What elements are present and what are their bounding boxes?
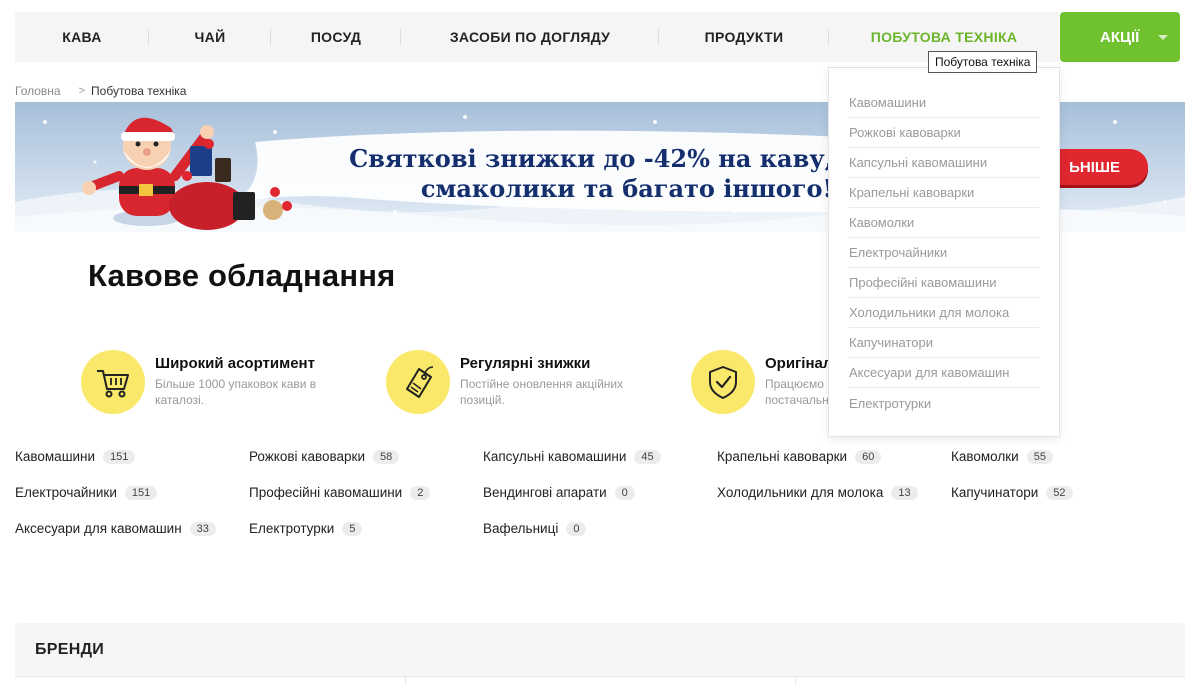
category-count-badge: 0: [614, 485, 635, 500]
nav-item-tea[interactable]: ЧАЙ: [149, 12, 271, 62]
category-name: Кавомолки: [951, 449, 1019, 464]
dropdown-item-turkish-pots[interactable]: Електротурки: [849, 388, 1039, 418]
category-name: Крапельні кавоварки: [717, 449, 848, 464]
banner-headline: Святкові знижки до -42% на каву, смаколи…: [333, 144, 833, 204]
category-name: Капучинатори: [951, 485, 1039, 500]
category-link[interactable]: Професійні кавомашини 2: [249, 485, 431, 500]
nav-item-label: ЗАСОБИ ПО ДОГЛЯДУ: [449, 29, 611, 45]
category-link[interactable]: Вендингові апарати 0: [483, 485, 635, 500]
brands-divider: [795, 677, 796, 685]
dropdown-item-professional-machines[interactable]: Професійні кавомашини: [849, 268, 1039, 298]
category-name: Капсульні кавомашини: [483, 449, 627, 464]
category-count-badge: 2: [410, 485, 431, 500]
breadcrumb-home-link[interactable]: Головна: [15, 84, 61, 98]
nav-item-label: ПОСУД: [310, 29, 362, 45]
nav-item-label: ЧАЙ: [194, 29, 226, 45]
category-name: Електротурки: [249, 521, 335, 536]
nav-item-label: ПОБУТОВА ТЕХНІКА: [870, 29, 1018, 45]
category-name: Вафельниці: [483, 521, 559, 536]
category-name: Вендингові апарати: [483, 485, 607, 500]
feature-title: Регулярні знижки: [460, 355, 591, 372]
banner-line-2: смаколики та багато іншого!: [420, 174, 833, 203]
brands-section: БРЕНДИ: [15, 623, 1185, 685]
category-count-badge: 33: [189, 521, 216, 536]
feature-icon-circle: [691, 350, 755, 414]
shield-check-icon: [709, 366, 737, 399]
chevron-right-icon: >: [78, 85, 86, 97]
category-link[interactable]: Кавомашини 151: [15, 449, 136, 464]
dropdown-item-coffee-machines[interactable]: Кавомашини: [849, 88, 1039, 118]
category-link[interactable]: Вафельниці 0: [483, 521, 587, 536]
page-title: Кавове обладнання: [88, 258, 396, 293]
nav-item-care-products[interactable]: ЗАСОБИ ПО ДОГЛЯДУ: [401, 12, 659, 62]
feature-icon-circle: [386, 350, 450, 414]
breadcrumb-current: Побутова техніка: [91, 84, 187, 98]
feature-title: Оригінал: [765, 355, 833, 372]
feature-discounts: Регулярні знижки Постійне оновлення акці…: [386, 350, 650, 414]
appliances-dropdown-menu: Кавомашини Рожкові кавоварки Капсульні к…: [828, 67, 1060, 437]
nav-item-products[interactable]: ПРОДУКТИ: [659, 12, 829, 62]
nav-tooltip: Побутова техніка: [928, 51, 1038, 73]
dropdown-item-drip-makers[interactable]: Крапельні кавоварки: [849, 178, 1039, 208]
dropdown-item-kettles[interactable]: Електрочайники: [849, 238, 1039, 268]
caret-down-icon: [1158, 35, 1168, 40]
category-link[interactable]: Капсульні кавомашини 45: [483, 449, 661, 464]
category-name: Аксесуари для кавомашин: [15, 521, 182, 536]
price-tag-icon: [406, 366, 434, 398]
breadcrumb: Головна > Побутова техніка: [15, 84, 186, 98]
category-count-badge: 45: [634, 449, 661, 464]
category-link[interactable]: Електротурки 5: [249, 521, 363, 536]
category-link[interactable]: Рожкові кавоварки 58: [249, 449, 400, 464]
banner-button-label: ЬНІШЕ: [1069, 158, 1120, 176]
category-count-badge: 52: [1046, 485, 1073, 500]
category-count-badge: 13: [891, 485, 918, 500]
dropdown-item-milk-frothers[interactable]: Капучинатори: [849, 328, 1039, 358]
category-count-badge: 0: [566, 521, 587, 536]
category-link[interactable]: Капучинатори 52: [951, 485, 1073, 500]
category-count-badge: 58: [373, 449, 400, 464]
category-link[interactable]: Холодильники для молока 13: [717, 485, 918, 500]
category-link[interactable]: Крапельні кавоварки 60: [717, 449, 882, 464]
category-name: Кавомашини: [15, 449, 96, 464]
nav-item-label: КАВА: [62, 29, 102, 45]
dropdown-item-espresso-makers[interactable]: Рожкові кавоварки: [849, 118, 1039, 148]
category-count-badge: 151: [103, 449, 136, 464]
nav-item-coffee[interactable]: КАВА: [15, 12, 149, 62]
brands-divider: [405, 677, 406, 685]
top-nav: КАВА ЧАЙ ПОСУД ЗАСОБИ ПО ДОГЛЯДУ ПРОДУКТ…: [15, 12, 1059, 62]
category-name: Професійні кавомашини: [249, 485, 403, 500]
brands-title: БРЕНДИ: [35, 641, 105, 658]
dropdown-item-capsule-machines[interactable]: Капсульні кавомашини: [849, 148, 1039, 178]
category-count-badge: 5: [342, 521, 363, 536]
feature-description: Працюємо постачальн: [765, 377, 829, 407]
dropdown-item-accessories[interactable]: Аксесуари для кавомашин: [849, 358, 1039, 388]
feature-description: Більше 1000 упаковок кави в каталозі.: [155, 377, 317, 407]
category-link[interactable]: Кавомолки 55: [951, 449, 1053, 464]
dropdown-item-grinders[interactable]: Кавомолки: [849, 208, 1039, 238]
nav-item-label: ПРОДУКТИ: [704, 29, 784, 45]
feature-title: Широкий асортимент: [155, 355, 315, 372]
category-name: Рожкові кавоварки: [249, 449, 366, 464]
feature-icon-circle: [81, 350, 145, 414]
category-name: Електрочайники: [15, 485, 117, 500]
dropdown-item-milk-fridges[interactable]: Холодильники для молока: [849, 298, 1039, 328]
feature-assortment: Широкий асортимент Більше 1000 упаковок …: [81, 350, 345, 414]
promotions-button[interactable]: АКЦІЇ: [1060, 12, 1180, 62]
cart-icon: [97, 370, 129, 398]
feature-description: Постійне оновлення акційних позицій.: [460, 377, 624, 407]
category-count-badge: 55: [1026, 449, 1053, 464]
category-count-badge: 151: [124, 485, 158, 500]
category-count-badge: 60: [855, 449, 882, 464]
santa-illustration: [82, 117, 292, 230]
category-link[interactable]: Аксесуари для кавомашин 33: [15, 521, 216, 536]
feature-original: Оригінал Працюємо постачальн: [691, 350, 832, 414]
nav-item-tableware[interactable]: ПОСУД: [271, 12, 401, 62]
promotions-label: АКЦІЇ: [1100, 28, 1140, 46]
category-name: Холодильники для молока: [717, 485, 884, 500]
banner-line-1: Святкові знижки до -42% на каву,: [349, 144, 833, 173]
brands-row: [15, 676, 1185, 685]
category-link[interactable]: Електрочайники 151: [15, 485, 158, 500]
